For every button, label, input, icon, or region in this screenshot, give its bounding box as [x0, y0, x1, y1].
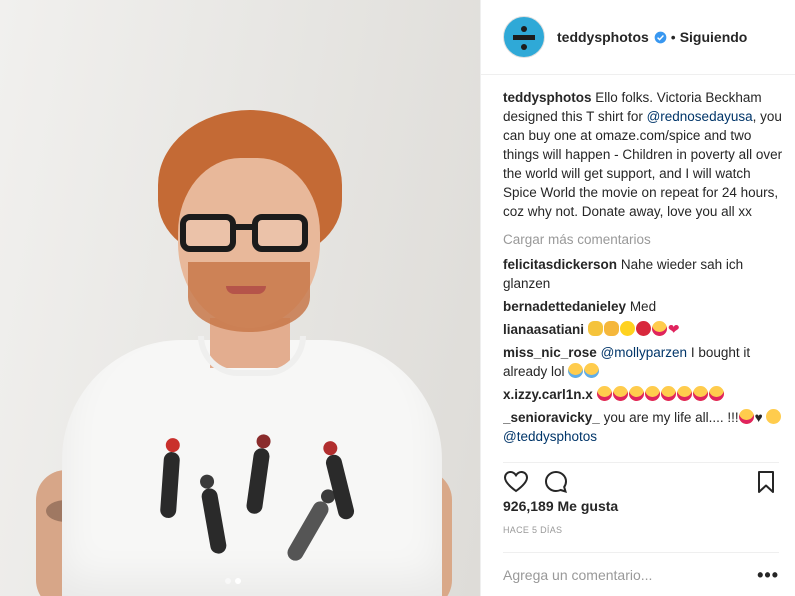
header-username[interactable]: teddysphotos [557, 29, 649, 45]
add-comment-input[interactable] [503, 566, 758, 583]
photo-beard [188, 262, 310, 332]
joy-emoji-icon [584, 363, 600, 378]
grin-emoji-icon [766, 409, 782, 424]
heart-eyes-emoji-icon [651, 321, 667, 336]
caption-username[interactable]: teddysphotos [503, 90, 592, 105]
comments-list[interactable]: teddysphotos Ello folks. Victoria Beckha… [503, 88, 787, 456]
avatar[interactable] [503, 16, 545, 58]
heart-icon[interactable] [503, 469, 529, 495]
clap-emoji-icon [603, 321, 619, 336]
likes-count[interactable]: 926,189 Me gusta [503, 498, 618, 514]
comment-item: _senioravicky_ you are my life all.... !… [503, 408, 787, 446]
heart-eyes-emoji-icon [692, 386, 708, 401]
comment-text: you are my life all.... !!! [603, 410, 739, 425]
black-heart-emoji-icon: ♥ [754, 410, 763, 425]
comment-username[interactable]: bernadettedanieley [503, 299, 626, 314]
more-options-icon[interactable]: ••• [757, 566, 779, 584]
rose-emoji-icon [635, 321, 651, 336]
heart-eyes-emoji-icon [738, 409, 754, 424]
instagram-post-view: teddysphotos • Siguiendo teddysphotos El… [0, 0, 795, 596]
comment-username[interactable]: felicitasdickerson [503, 257, 617, 272]
comment-mention[interactable]: @mollyparzen [601, 345, 687, 360]
comment-item: miss_nic_rose @mollyparzen I bought it a… [503, 343, 787, 381]
post-header: teddysphotos • Siguiendo [481, 0, 795, 75]
comment-mention[interactable]: @teddysphotos [503, 429, 597, 444]
sun-emoji-icon [619, 321, 635, 336]
carousel-dot-active [235, 578, 241, 584]
tshirt-print [150, 428, 360, 578]
comment-item: x.izzy.carl1n.x [503, 385, 787, 404]
post-photo[interactable] [0, 0, 480, 596]
joy-emoji-icon [568, 363, 584, 378]
comment-item: lianaasatiani ❤ [503, 320, 787, 339]
post-details-panel: teddysphotos • Siguiendo teddysphotos El… [480, 0, 795, 596]
heart-eyes-emoji-icon [676, 386, 692, 401]
heart-eyes-emoji-icon [628, 386, 644, 401]
red-heart-emoji-icon: ❤ [667, 321, 680, 337]
header-separator: • [670, 29, 676, 45]
caption-text-end: , you can buy one at omaze.com/spice and… [503, 109, 783, 219]
post-timestamp[interactable]: HACE 5 DÍAS [503, 525, 562, 535]
comment-username[interactable]: lianaasatiani [503, 322, 584, 337]
comment-item: bernadettedanieley Med [503, 297, 787, 316]
verified-badge-icon [654, 31, 667, 43]
photo-mouth [226, 286, 266, 294]
post-caption: teddysphotos Ello folks. Victoria Beckha… [503, 88, 787, 221]
post-actions-bar [503, 462, 779, 496]
comment-username[interactable]: _senioravicky_ [503, 410, 600, 425]
following-button[interactable]: Siguiendo [680, 29, 748, 45]
ok-hand-emoji-icon [587, 321, 603, 336]
add-comment-bar: ••• [503, 552, 779, 596]
carousel-dot [225, 578, 231, 584]
heart-eyes-emoji-icon [660, 386, 676, 401]
carousel-indicator [225, 578, 241, 584]
photo-glasses [180, 214, 310, 254]
heart-eyes-emoji-icon [612, 386, 628, 401]
comment-username[interactable]: x.izzy.carl1n.x [503, 387, 593, 402]
heart-eyes-emoji-icon [596, 386, 612, 401]
comment-text: Med [629, 299, 657, 314]
heart-eyes-emoji-icon [708, 386, 724, 401]
caption-mention[interactable]: @rednosedayusa [647, 109, 753, 124]
bookmark-icon[interactable] [753, 469, 779, 495]
comment-item: felicitasdickerson Nahe wieder sah ich g… [503, 255, 787, 293]
comment-icon[interactable] [543, 469, 569, 495]
heart-eyes-emoji-icon [644, 386, 660, 401]
load-more-comments-button[interactable]: Cargar más comentarios [503, 230, 787, 249]
comment-username[interactable]: miss_nic_rose [503, 345, 597, 360]
